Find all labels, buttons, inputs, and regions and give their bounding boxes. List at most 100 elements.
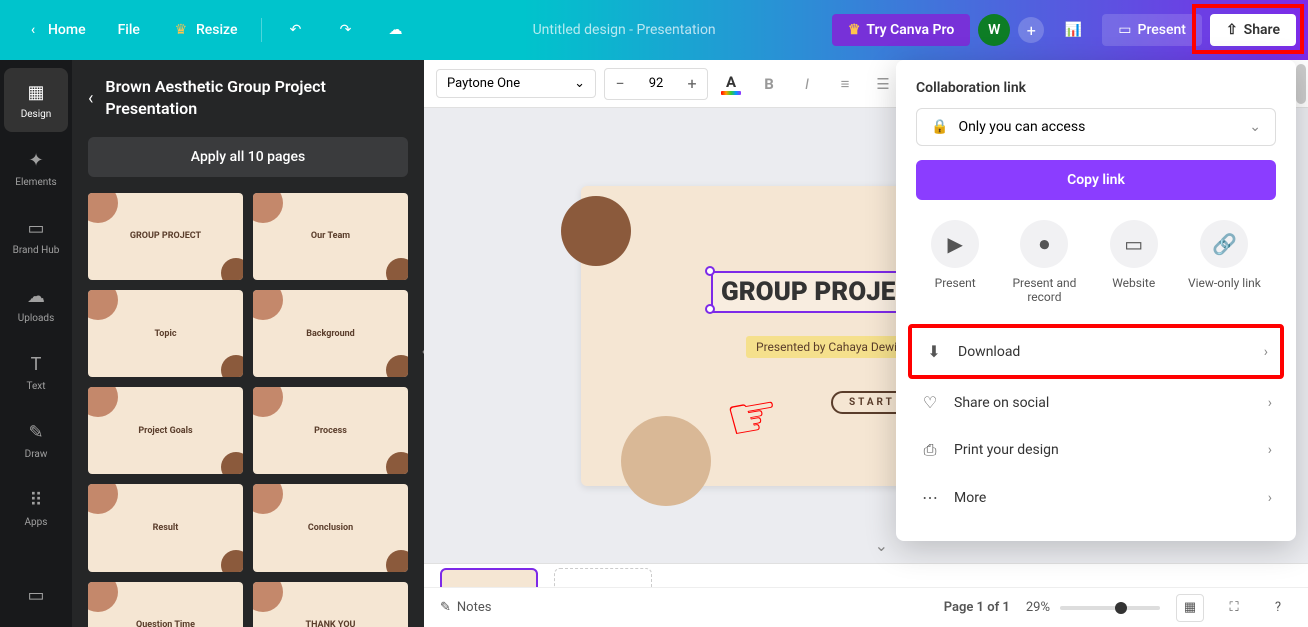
collapse-panel-button[interactable]: ‹	[412, 320, 424, 380]
cloud-icon: ☁	[386, 21, 404, 39]
website-icon: ▭	[1110, 220, 1158, 268]
text-color-icon: A	[726, 73, 736, 91]
share-button[interactable]: ⇧ Share	[1210, 14, 1296, 46]
scroll-down-button[interactable]: ⌄	[875, 536, 888, 555]
menu-download[interactable]: ⬇ Download ›	[908, 324, 1284, 379]
action-label: View-only link	[1188, 276, 1261, 290]
list-button[interactable]: ☰	[868, 69, 898, 99]
undo-icon: ↶	[286, 21, 304, 39]
rail-label: Draw	[25, 449, 48, 460]
text-color-button[interactable]: A	[716, 69, 746, 99]
chevron-down-icon: ⌄	[1249, 119, 1261, 135]
apply-all-button[interactable]: Apply all 10 pages	[88, 137, 408, 177]
thumb-item[interactable]: GROUP PROJECT	[88, 193, 243, 280]
folder-icon: ▭	[24, 583, 48, 607]
thumb-item[interactable]: Topic	[88, 290, 243, 377]
thumb-item[interactable]: Conclusion	[253, 484, 408, 571]
menu-more[interactable]: ⋯ More ›	[916, 474, 1276, 521]
avatar[interactable]: W	[978, 14, 1010, 46]
rail-design[interactable]: ▦ Design	[4, 68, 68, 132]
fullscreen-button[interactable]: ⛶	[1220, 594, 1248, 622]
rail-brand-hub[interactable]: ▭ Brand Hub	[4, 204, 68, 268]
action-label: Present and record	[1009, 276, 1079, 304]
back-button[interactable]: ‹	[88, 88, 93, 109]
thumb-item[interactable]: Background	[253, 290, 408, 377]
share-actions: ▶ Present ⏺ Present and record ▭ Website…	[916, 220, 1276, 304]
cloud-button[interactable]: ☁	[374, 13, 416, 47]
chevron-left-icon: ‹	[24, 21, 42, 39]
rail-elements[interactable]: ✦ Elements	[4, 136, 68, 200]
decrease-size-button[interactable]: −	[605, 69, 635, 99]
add-collaborator-button[interactable]: +	[1018, 17, 1044, 43]
notes-icon: ✎	[440, 600, 451, 615]
action-view-only[interactable]: 🔗 View-only link	[1188, 220, 1261, 304]
rail-text[interactable]: T Text	[4, 340, 68, 404]
analytics-button[interactable]: 📊	[1052, 13, 1094, 47]
chart-icon: 📊	[1064, 21, 1082, 39]
present-label: Present	[1138, 22, 1186, 38]
redo-button[interactable]: ↷	[324, 13, 366, 47]
top-bar: ‹ Home File ♛ Resize ↶ ↷ ☁ Untitled desi…	[0, 0, 1308, 60]
uploads-icon: ☁	[24, 285, 48, 309]
thumb-item[interactable]: Process	[253, 387, 408, 474]
selection-handle[interactable]	[705, 266, 715, 276]
align-button[interactable]: ≡	[830, 69, 860, 99]
apps-icon: ⠿	[24, 489, 48, 513]
selection-handle[interactable]	[705, 304, 715, 314]
annotation-hand-icon: ☞	[720, 376, 785, 455]
help-button[interactable]: ?	[1264, 594, 1292, 622]
notes-label: Notes	[457, 600, 492, 615]
grid-view-button[interactable]: ▦	[1176, 594, 1204, 622]
rail-uploads[interactable]: ☁ Uploads	[4, 272, 68, 336]
menu-label: Share on social	[954, 395, 1049, 411]
slide-subtitle-text[interactable]: Presented by Cahaya Dewi	[746, 336, 907, 358]
rail-apps[interactable]: ⠿ Apps	[4, 476, 68, 540]
action-present[interactable]: ▶ Present	[931, 220, 979, 304]
action-label: Website	[1112, 276, 1155, 290]
present-button[interactable]: ▭ Present	[1102, 14, 1202, 46]
home-button[interactable]: ‹ Home	[12, 13, 98, 47]
font-size-input[interactable]	[635, 76, 677, 91]
decorative-blob	[621, 416, 711, 506]
undo-button[interactable]: ↶	[274, 13, 316, 47]
chevron-right-icon: ›	[1264, 344, 1268, 360]
copy-link-button[interactable]: Copy link	[916, 160, 1276, 200]
resize-button[interactable]: ♛ Resize	[160, 13, 250, 47]
rail-folder[interactable]: ▭	[4, 563, 68, 627]
zoom-handle[interactable]	[1115, 602, 1127, 614]
bold-button[interactable]: B	[754, 69, 784, 99]
record-icon: ⏺	[1020, 220, 1068, 268]
thumb-item[interactable]: Question Time	[88, 582, 243, 627]
design-icon: ▦	[24, 81, 48, 105]
italic-button[interactable]: I	[792, 69, 822, 99]
action-present-record[interactable]: ⏺ Present and record	[1009, 220, 1079, 304]
present-icon: ▶	[931, 220, 979, 268]
scrollbar[interactable]	[1296, 64, 1306, 104]
menu-share-social[interactable]: ♡ Share on social ›	[916, 379, 1276, 426]
lock-icon: 🔒	[931, 119, 948, 135]
side-panel-header: ‹ Brown Aesthetic Group Project Presenta…	[88, 76, 408, 121]
crown-icon: ♛	[172, 21, 190, 39]
side-panel: ‹ Brown Aesthetic Group Project Presenta…	[72, 60, 424, 627]
rail-label: Apps	[25, 517, 48, 528]
document-title[interactable]: Untitled design - Presentation	[424, 22, 823, 38]
access-select[interactable]: 🔒 Only you can access ⌄	[916, 108, 1276, 146]
file-button[interactable]: File	[106, 14, 152, 46]
zoom-slider[interactable]	[1060, 606, 1160, 610]
font-size-group: − +	[604, 68, 708, 100]
action-website[interactable]: ▭ Website	[1110, 220, 1158, 304]
thumb-item[interactable]: Result	[88, 484, 243, 571]
thumb-item[interactable]: Our Team	[253, 193, 408, 280]
try-pro-button[interactable]: ♛ Try Canva Pro	[832, 14, 970, 46]
presentation-icon: ▭	[1118, 22, 1131, 38]
rail-draw[interactable]: ✎ Draw	[4, 408, 68, 472]
more-icon: ⋯	[920, 488, 940, 507]
menu-print[interactable]: ⎙ Print your design ›	[916, 426, 1276, 474]
text-icon: T	[24, 353, 48, 377]
thumb-item[interactable]: THANK YOU	[253, 582, 408, 627]
font-select[interactable]: Paytone One ⌄	[436, 69, 596, 98]
notes-button[interactable]: ✎ Notes	[440, 600, 491, 615]
increase-size-button[interactable]: +	[677, 69, 707, 99]
thumb-item[interactable]: Project Goals	[88, 387, 243, 474]
crown-icon: ♛	[848, 22, 861, 38]
